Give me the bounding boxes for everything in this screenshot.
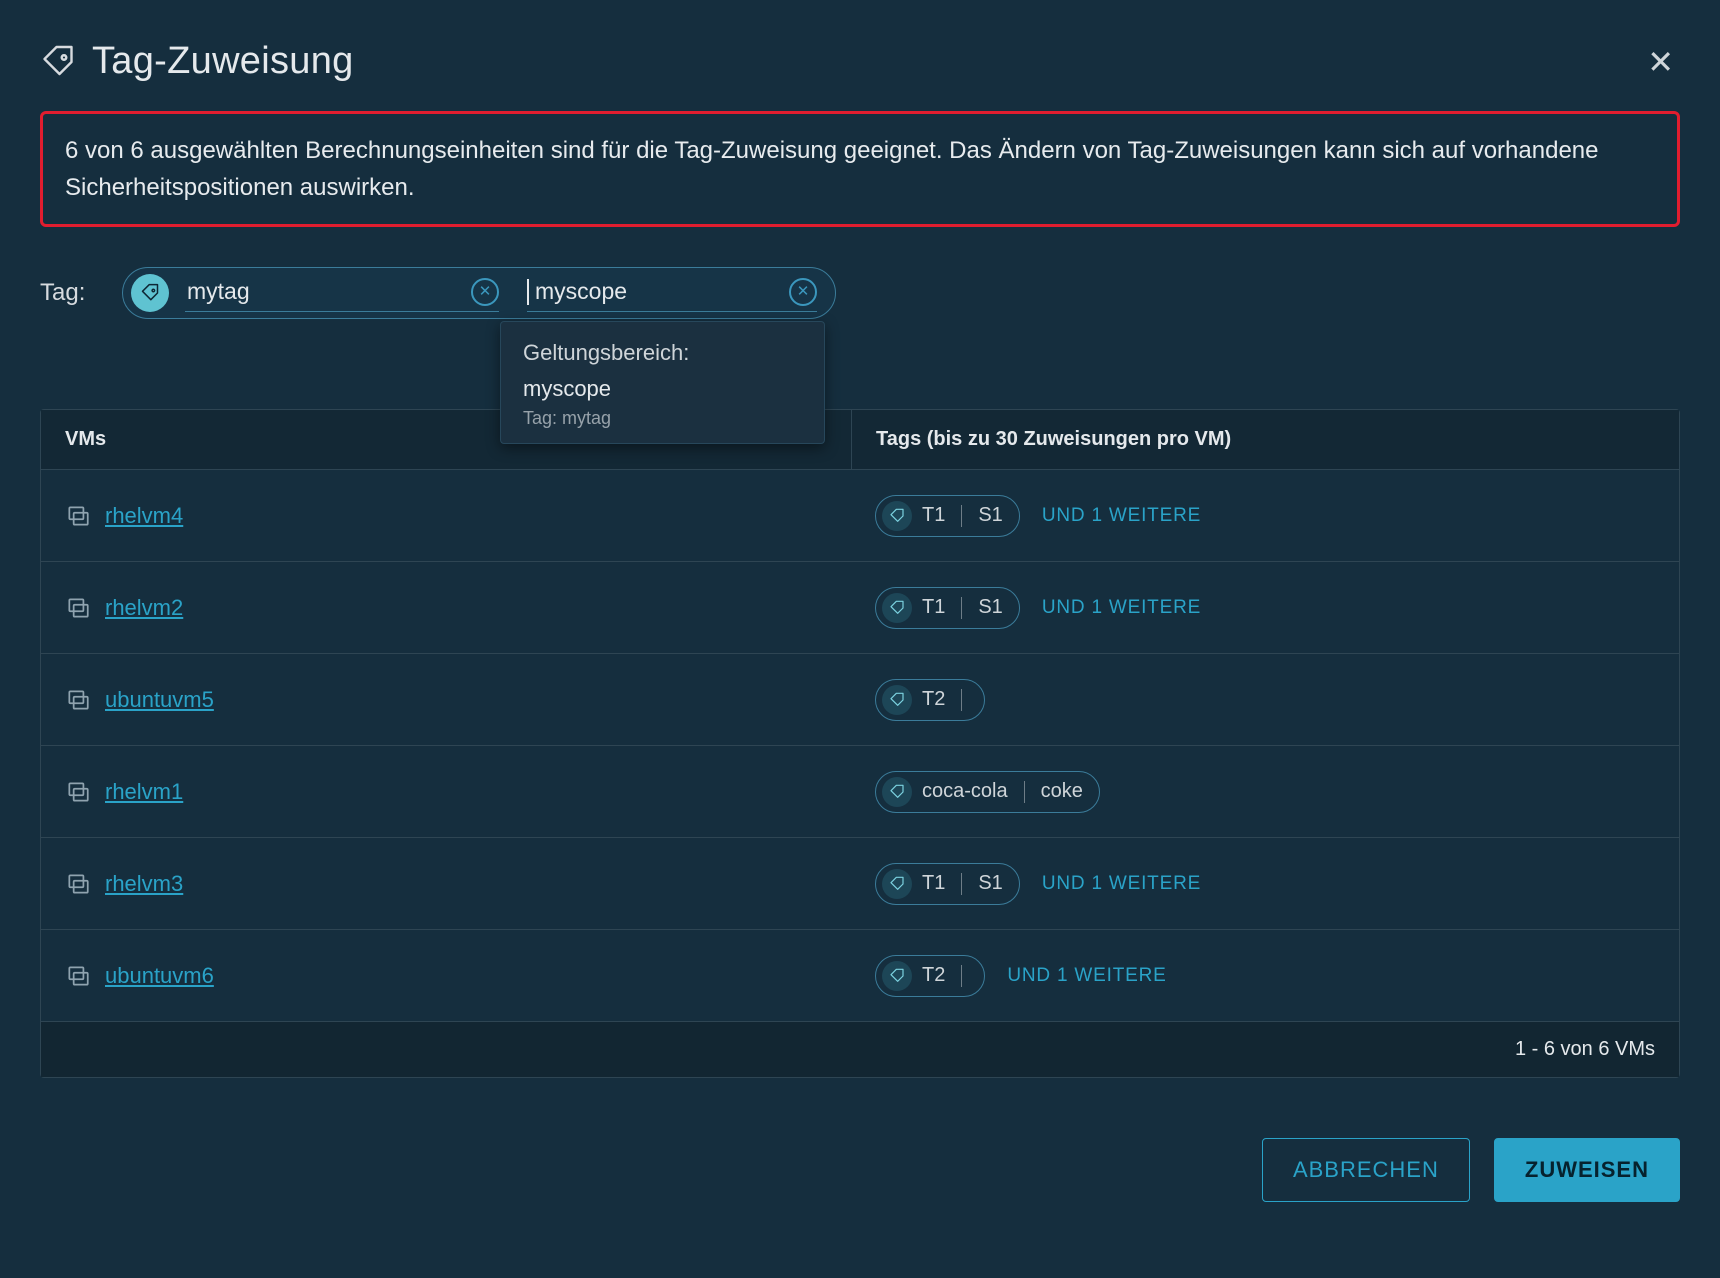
- table-footer-text: 1 - 6 von 6 VMs: [1515, 1038, 1655, 1061]
- popover-scope-value[interactable]: myscope: [523, 376, 802, 402]
- text-caret: [527, 279, 529, 305]
- clear-tag-icon[interactable]: [471, 278, 499, 306]
- column-header-tags: Tags (bis zu 30 Zuweisungen pro VM): [851, 410, 1679, 469]
- scope-popover: Geltungsbereich: myscope Tag: mytag: [500, 321, 825, 444]
- chip-separator: [961, 873, 962, 895]
- cell-vm: rhelvm4: [41, 503, 851, 529]
- tag-icon: [40, 44, 76, 80]
- tag-chip[interactable]: coca-cola coke: [875, 771, 1100, 813]
- table-row: rhelvm3 T1 S1 UND 1 WEITERE: [41, 838, 1679, 930]
- tag-chip[interactable]: T1 S1: [875, 495, 1020, 537]
- modal-title-wrap: Tag-Zuweisung: [40, 40, 354, 83]
- cell-vm: ubuntuvm5: [41, 687, 851, 713]
- vm-icon: [65, 779, 91, 805]
- vm-link[interactable]: rhelvm1: [105, 779, 183, 805]
- cell-vm: rhelvm3: [41, 871, 851, 897]
- tag-icon: [882, 593, 912, 623]
- tag-chip[interactable]: T2: [875, 679, 985, 721]
- table-row: rhelvm2 T1 S1 UND 1 WEITERE: [41, 562, 1679, 654]
- chip-separator: [961, 689, 962, 711]
- more-tags-link[interactable]: UND 1 WEITERE: [1007, 965, 1166, 987]
- vm-icon: [65, 963, 91, 989]
- vm-link[interactable]: rhelvm2: [105, 595, 183, 621]
- tag-name-field[interactable]: [185, 272, 499, 312]
- vm-link[interactable]: rhelvm3: [105, 871, 183, 897]
- tag-name-input[interactable]: [185, 277, 465, 306]
- chip-scope-name: S1: [978, 504, 1002, 527]
- chip-scope-name: S1: [978, 872, 1002, 895]
- modal-title: Tag-Zuweisung: [92, 40, 354, 83]
- cell-vm: rhelvm2: [41, 595, 851, 621]
- eligibility-alert: 6 von 6 ausgewählten Berechnungseinheite…: [40, 111, 1680, 227]
- chip-tag-name: T2: [922, 964, 945, 987]
- tag-icon: [882, 869, 912, 899]
- vm-icon: [65, 595, 91, 621]
- modal-footer: ABBRECHEN ZUWEISEN: [40, 1138, 1680, 1202]
- chip-separator: [1024, 781, 1025, 803]
- clear-scope-icon[interactable]: [789, 278, 817, 306]
- modal-header: Tag-Zuweisung ✕: [40, 40, 1680, 83]
- more-tags-link[interactable]: UND 1 WEITERE: [1042, 873, 1201, 895]
- vm-link[interactable]: rhelvm4: [105, 503, 183, 529]
- cell-tags: T1 S1 UND 1 WEITERE: [851, 495, 1679, 537]
- tag-chip[interactable]: T2: [875, 955, 985, 997]
- assign-button[interactable]: ZUWEISEN: [1494, 1138, 1680, 1202]
- tag-assignment-modal: Tag-Zuweisung ✕ 6 von 6 ausgewählten Ber…: [0, 0, 1720, 1278]
- chip-scope-name: coke: [1041, 780, 1083, 803]
- vm-table: VMs Tags (bis zu 30 Zuweisungen pro VM) …: [40, 409, 1680, 1078]
- popover-tag-line: Tag: mytag: [523, 408, 802, 429]
- chip-scope-name: S1: [978, 596, 1002, 619]
- tag-icon: [882, 961, 912, 991]
- cell-tags: T2 UND 1 WEITERE: [851, 955, 1679, 997]
- vm-icon: [65, 503, 91, 529]
- tag-input-row: Tag: Geltungsbereich: myscope Tag: mytag: [40, 267, 1680, 319]
- tag-chip[interactable]: T1 S1: [875, 587, 1020, 629]
- tag-icon: [882, 685, 912, 715]
- chip-tag-name: T1: [922, 504, 945, 527]
- close-icon[interactable]: ✕: [1641, 42, 1680, 82]
- vm-link[interactable]: ubuntuvm6: [105, 963, 214, 989]
- tag-pill-group: [122, 267, 836, 319]
- tag-scope-input[interactable]: [533, 277, 783, 306]
- table-header: VMs Tags (bis zu 30 Zuweisungen pro VM): [41, 410, 1679, 470]
- vm-icon: [65, 871, 91, 897]
- table-row: ubuntuvm6 T2 UND 1 WEITERE: [41, 930, 1679, 1022]
- tag-chip[interactable]: T1 S1: [875, 863, 1020, 905]
- tag-icon: [882, 501, 912, 531]
- tag-scope-field[interactable]: [527, 272, 817, 312]
- cell-vm: rhelvm1: [41, 779, 851, 805]
- more-tags-link[interactable]: UND 1 WEITERE: [1042, 505, 1201, 527]
- cell-tags: T1 S1 UND 1 WEITERE: [851, 587, 1679, 629]
- cell-tags: T2: [851, 679, 1679, 721]
- cell-tags: T1 S1 UND 1 WEITERE: [851, 863, 1679, 905]
- popover-title: Geltungsbereich:: [523, 340, 802, 366]
- chip-tag-name: T1: [922, 872, 945, 895]
- table-body: rhelvm4 T1 S1 UND 1 WEITERE rhelvm2 T1 S1 UND 1…: [41, 470, 1679, 1022]
- cell-vm: ubuntuvm6: [41, 963, 851, 989]
- alert-text: 6 von 6 ausgewählten Berechnungseinheite…: [65, 137, 1598, 201]
- table-row: ubuntuvm5 T2: [41, 654, 1679, 746]
- vm-link[interactable]: ubuntuvm5: [105, 687, 214, 713]
- table-row: rhelvm4 T1 S1 UND 1 WEITERE: [41, 470, 1679, 562]
- chip-separator: [961, 505, 962, 527]
- chip-separator: [961, 965, 962, 987]
- table-row: rhelvm1 coca-cola coke: [41, 746, 1679, 838]
- chip-tag-name: T2: [922, 688, 945, 711]
- tag-pill-icon: [131, 274, 169, 312]
- chip-separator: [961, 597, 962, 619]
- tag-icon: [882, 777, 912, 807]
- chip-tag-name: coca-cola: [922, 780, 1008, 803]
- chip-tag-name: T1: [922, 596, 945, 619]
- table-footer: 1 - 6 von 6 VMs: [41, 1022, 1679, 1077]
- more-tags-link[interactable]: UND 1 WEITERE: [1042, 597, 1201, 619]
- vm-icon: [65, 687, 91, 713]
- cell-tags: coca-cola coke: [851, 771, 1679, 813]
- cancel-button[interactable]: ABBRECHEN: [1262, 1138, 1470, 1202]
- tag-label: Tag:: [40, 279, 94, 307]
